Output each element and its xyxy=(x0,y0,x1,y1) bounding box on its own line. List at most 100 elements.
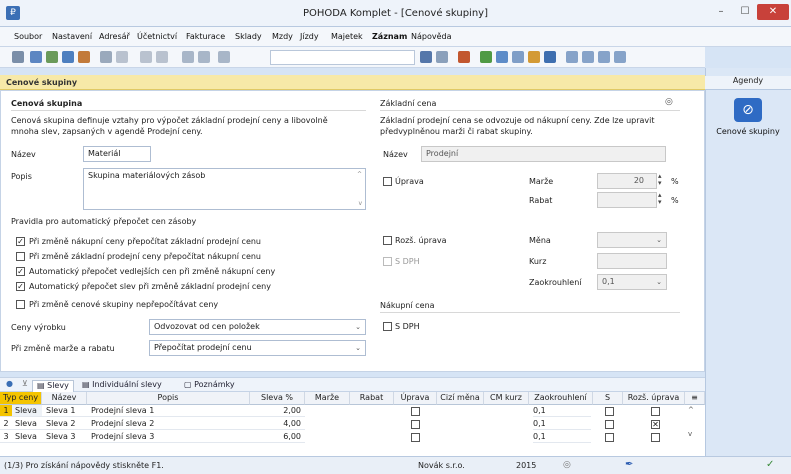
col-cm-kurz[interactable]: CM kurz xyxy=(484,392,529,405)
toolbar-back-icon[interactable] xyxy=(140,51,152,63)
table-cell[interactable]: Prodejní sleva 2 xyxy=(87,418,250,430)
toolbar-dropdown-icon[interactable] xyxy=(420,51,432,63)
col-nazev[interactable]: Název xyxy=(42,392,87,405)
col-sleva[interactable]: Sleva % xyxy=(250,392,305,405)
table-cell[interactable]: Sleva xyxy=(12,405,42,417)
menu-majetek[interactable]: Majetek xyxy=(331,32,363,41)
check-3[interactable]: ✓ xyxy=(16,267,25,276)
grid-s-checkbox[interactable] xyxy=(605,420,614,429)
price-groups-icon[interactable]: ⊘ xyxy=(734,98,762,122)
desc-textarea[interactable]: Skupina materiálových zásob ^ v xyxy=(83,168,366,210)
grid-rozs-checkbox[interactable] xyxy=(651,433,660,442)
toolbar-undo-icon[interactable] xyxy=(100,51,112,63)
nakupni-sdph-checkbox[interactable] xyxy=(383,322,392,331)
col-marze[interactable]: Marže xyxy=(305,392,350,405)
check-4[interactable]: ✓ xyxy=(16,282,25,291)
grid-uprava-checkbox[interactable] xyxy=(411,420,420,429)
col-uprava[interactable]: Úprava xyxy=(394,392,437,405)
toolbar-edit-icon[interactable] xyxy=(62,51,74,63)
zaokr-select[interactable]: 0,1 ⌄ xyxy=(597,274,667,290)
menu-sklady[interactable]: Sklady xyxy=(235,32,262,41)
maximize-icon[interactable]: ☐ xyxy=(734,4,756,20)
right-name-field[interactable]: Prodejní xyxy=(421,146,666,162)
uprava-checkbox[interactable] xyxy=(383,177,392,186)
toolbar-list-icon[interactable] xyxy=(598,51,610,63)
col-popis[interactable]: Popis xyxy=(87,392,250,405)
table-cell[interactable]: Prodejní sleva 1 xyxy=(87,405,250,417)
toolbar-print-icon[interactable] xyxy=(218,51,230,63)
mena-select[interactable]: ⌄ xyxy=(597,232,667,248)
table-cell[interactable]: 0,1 xyxy=(533,431,591,443)
rabat-spinner[interactable]: ▴ ▾ xyxy=(658,192,662,206)
table-cell[interactable]: 6,00 xyxy=(250,431,305,443)
toolbar-report-icon[interactable] xyxy=(458,51,470,63)
menu-zaznam[interactable]: Záznam xyxy=(372,32,407,41)
name-field[interactable]: Materiál xyxy=(83,146,151,162)
rabat-field[interactable] xyxy=(597,192,657,208)
table-cell[interactable]: Prodejní sleva 3 xyxy=(87,431,250,443)
grid-uprava-checkbox[interactable] xyxy=(411,433,420,442)
scroll-down-icon[interactable]: v xyxy=(358,200,362,207)
toolbar-save-all-icon[interactable] xyxy=(198,51,210,63)
grid-s-checkbox[interactable] xyxy=(605,433,614,442)
grid-scroll-up-icon[interactable]: ^ xyxy=(688,406,694,414)
grid-scroll-down-icon[interactable]: v xyxy=(688,430,692,438)
marze-field[interactable]: 20 xyxy=(597,173,657,189)
toolbar-window-icon[interactable] xyxy=(566,51,578,63)
column-menu-icon[interactable]: ≡ xyxy=(685,392,705,405)
menu-ucetnictvi[interactable]: Účetnictví xyxy=(137,32,177,41)
col-typ[interactable]: Typ ceny xyxy=(0,392,42,405)
kurz-field[interactable] xyxy=(597,253,667,269)
table-cell[interactable]: 0,1 xyxy=(533,418,591,430)
col-s[interactable]: S xyxy=(593,392,623,405)
toolbar-forward-icon[interactable] xyxy=(156,51,168,63)
col-cizi-mena[interactable]: Cizí měna xyxy=(437,392,484,405)
menu-nastaveni[interactable]: Nastavení xyxy=(52,32,92,41)
toolbar-people-icon[interactable] xyxy=(528,51,540,63)
check-1[interactable]: ✓ xyxy=(16,237,25,246)
toolbar-table-icon[interactable] xyxy=(496,51,508,63)
table-cell[interactable]: 0,1 xyxy=(533,405,591,417)
sdph-checkbox[interactable] xyxy=(383,257,392,266)
toolbar-check-icon[interactable] xyxy=(116,51,128,63)
table-cell[interactable]: 2,00 xyxy=(250,405,305,417)
table-cell[interactable]: Sleva 2 xyxy=(42,418,87,430)
filter-icon[interactable]: ⊻ xyxy=(22,379,28,388)
toolbar-calc-icon[interactable] xyxy=(512,51,524,63)
toolbar-settings-icon[interactable] xyxy=(614,51,626,63)
tab-individual[interactable]: ▤ Individuální slevy xyxy=(78,380,166,392)
toolbar-first-icon[interactable] xyxy=(12,51,24,63)
prices-select[interactable]: Odvozovat od cen položek ⌄ xyxy=(149,319,366,335)
menu-jizdy[interactable]: Jízdy xyxy=(300,32,319,41)
margin-select[interactable]: Přepočítat prodejní cenu ⌄ xyxy=(149,340,366,356)
col-zaokr[interactable]: Zaokrouhlení xyxy=(529,392,593,405)
table-cell[interactable]: 4,00 xyxy=(250,418,305,430)
grid-rozs-checkbox[interactable]: ✕ xyxy=(651,420,660,429)
toolbar-save-icon[interactable] xyxy=(182,51,194,63)
close-icon[interactable]: ✕ xyxy=(757,4,789,20)
table-cell[interactable]: Sleva 3 xyxy=(42,431,87,443)
grid-uprava-checkbox[interactable] xyxy=(411,407,420,416)
toolbar-filter-icon[interactable] xyxy=(436,51,448,63)
col-rozs[interactable]: Rozš. úprava xyxy=(623,392,685,405)
toolbar-search-input[interactable] xyxy=(270,50,415,65)
tab-slevy[interactable]: ▤ Slevy xyxy=(32,380,74,392)
check-2[interactable] xyxy=(16,252,25,261)
minimize-icon[interactable]: – xyxy=(710,4,732,20)
col-rabat[interactable]: Rabat xyxy=(350,392,394,405)
toolbar-barcode-icon[interactable] xyxy=(544,51,556,63)
scroll-up-icon[interactable]: ^ xyxy=(357,171,362,178)
menu-soubor[interactable]: Soubor xyxy=(14,32,42,41)
tab-notes[interactable]: ▢ Poznámky xyxy=(180,380,239,392)
toolbar-delete-icon[interactable] xyxy=(78,51,90,63)
toolbar-new-icon[interactable] xyxy=(30,51,42,63)
toolbar-green-icon[interactable] xyxy=(480,51,492,63)
menu-adresar[interactable]: Adresář xyxy=(99,32,130,41)
table-cell[interactable]: Sleva 1 xyxy=(42,405,87,417)
menu-napoveda[interactable]: Nápověda xyxy=(411,32,452,41)
marze-spinner[interactable]: ▴ ▾ xyxy=(658,173,662,187)
menu-mzdy[interactable]: Mzdy xyxy=(272,32,293,41)
toolbar-copy-icon[interactable] xyxy=(46,51,58,63)
table-cell[interactable]: Sleva xyxy=(12,431,42,443)
grid-rozs-checkbox[interactable] xyxy=(651,407,660,416)
